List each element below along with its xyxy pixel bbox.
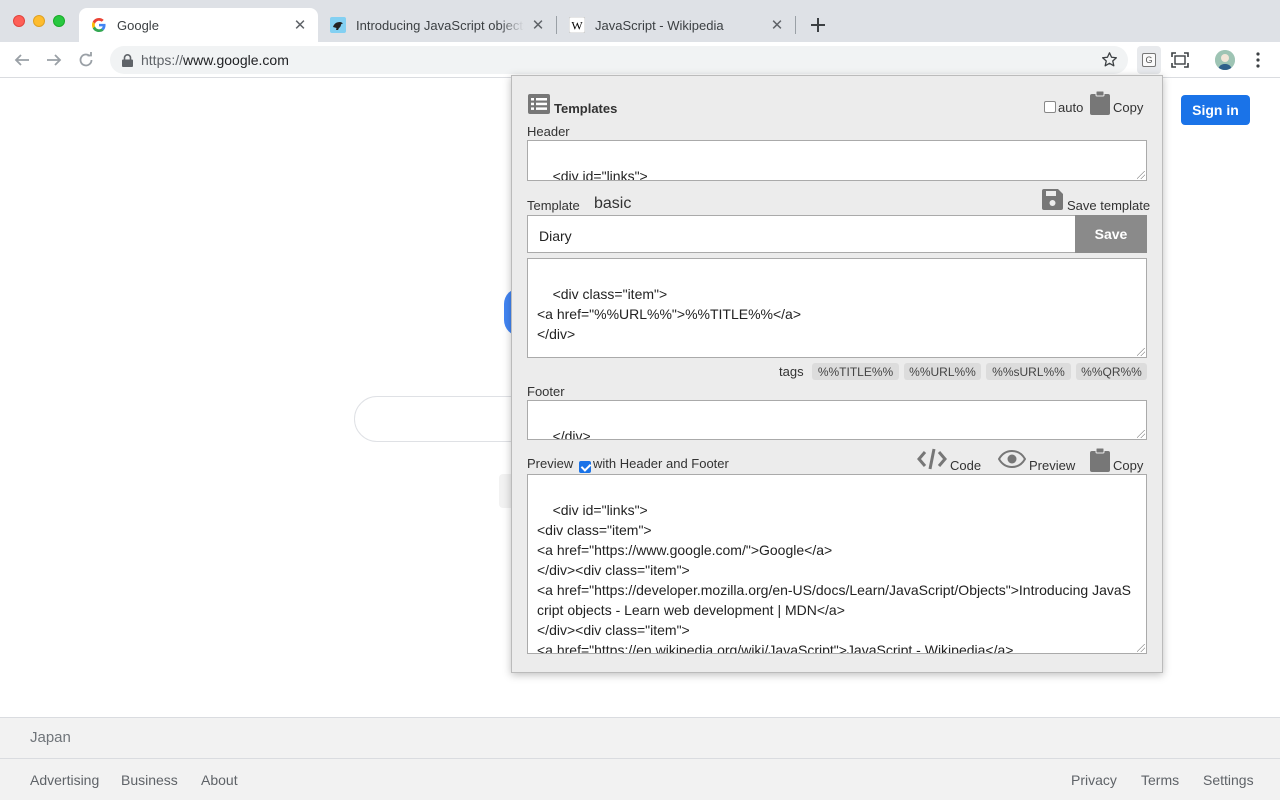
- bookmark-star-icon[interactable]: [1101, 51, 1118, 73]
- footer-label: Footer: [527, 384, 565, 399]
- window-close-button[interactable]: [13, 15, 25, 27]
- preview-output-textarea[interactable]: <div id="links"> <div class="item"> <a h…: [527, 474, 1147, 654]
- header-label: Header: [527, 124, 570, 139]
- template-name: basic: [594, 195, 632, 212]
- header-textarea[interactable]: <div id="links">: [527, 140, 1147, 181]
- forward-arrow-icon[interactable]: [42, 48, 66, 72]
- save-button[interactable]: Save: [1075, 215, 1147, 253]
- clipboard-icon[interactable]: [1090, 447, 1110, 475]
- tag-url[interactable]: %%URL%%: [904, 363, 981, 380]
- footer-link-privacy[interactable]: Privacy: [1071, 772, 1117, 788]
- with-header-footer-checkbox[interactable]: [579, 460, 591, 473]
- resize-handle[interactable]: [1137, 171, 1145, 179]
- popup-title: Templates: [554, 101, 618, 116]
- profile-avatar[interactable]: [1213, 48, 1237, 72]
- tag-surl[interactable]: %%sURL%%: [986, 363, 1071, 380]
- template-name-input[interactable]: Diary: [527, 215, 1075, 253]
- footer-link-settings[interactable]: Settings: [1203, 772, 1254, 788]
- close-icon[interactable]: ✕: [292, 17, 308, 34]
- tab-title: Google: [117, 17, 159, 33]
- footer-link-terms[interactable]: Terms: [1141, 772, 1179, 788]
- tab-google[interactable]: Google ✕: [79, 8, 318, 42]
- google-footer: Japan Advertising Business About Privacy…: [0, 717, 1280, 800]
- footer-link-advertising[interactable]: Advertising: [30, 772, 99, 788]
- reload-icon[interactable]: [74, 48, 98, 72]
- templates-popup: Templates auto Copy Header <div id="link…: [511, 75, 1163, 673]
- new-tab-plus-icon[interactable]: [806, 13, 830, 37]
- menu-kebab-icon[interactable]: [1246, 48, 1270, 72]
- footer-link-about[interactable]: About: [201, 772, 238, 788]
- window-minimize-button[interactable]: [33, 15, 45, 27]
- tag-title[interactable]: %%TITLE%%: [812, 363, 899, 380]
- tag-qr[interactable]: %%QR%%: [1076, 363, 1147, 380]
- close-icon[interactable]: ✕: [769, 17, 785, 34]
- tab-title: JavaScript - Wikipedia: [595, 17, 724, 33]
- tab-mdn[interactable]: Introducing JavaScript objects ✕: [318, 8, 556, 42]
- tab-wikipedia[interactable]: W JavaScript - Wikipedia ✕: [557, 8, 795, 42]
- footer-link-business[interactable]: Business: [121, 772, 178, 788]
- footer-textarea[interactable]: </div>: [527, 400, 1147, 440]
- screen-capture-icon[interactable]: [1168, 48, 1192, 72]
- tab-strip: Google ✕ Introducing JavaScript objects …: [0, 0, 1280, 42]
- close-icon[interactable]: ✕: [530, 17, 546, 34]
- code-button[interactable]: Code: [950, 458, 981, 473]
- eye-icon[interactable]: [997, 449, 1027, 471]
- templates-extension-button[interactable]: G: [1137, 46, 1161, 74]
- clipboard-icon[interactable]: [1090, 90, 1110, 118]
- with-header-footer-label: with Header and Footer: [593, 456, 729, 471]
- address-bar[interactable]: https://www.google.com: [110, 46, 1128, 74]
- mdn-dino-icon: [330, 17, 346, 33]
- resize-handle[interactable]: [1137, 644, 1145, 652]
- window-zoom-button[interactable]: [53, 15, 65, 27]
- tab-separator: [795, 16, 796, 34]
- resize-handle[interactable]: [1137, 430, 1145, 438]
- tags-label: tags: [779, 364, 804, 379]
- lock-icon[interactable]: [122, 53, 133, 67]
- preview-label: Preview: [527, 456, 574, 471]
- list-icon: [528, 94, 550, 117]
- auto-checkbox[interactable]: [1044, 101, 1056, 113]
- code-icon[interactable]: [917, 448, 947, 473]
- url-text: https://www.google.com: [141, 52, 289, 68]
- extension-icon: G: [1142, 53, 1156, 67]
- footer-country: Japan: [0, 717, 1280, 759]
- auto-label: auto: [1058, 100, 1084, 115]
- google-g-icon: [91, 17, 107, 33]
- sign-in-button[interactable]: Sign in: [1181, 95, 1250, 125]
- preview-copy-button[interactable]: Copy: [1113, 458, 1143, 473]
- floppy-disk-icon[interactable]: [1042, 189, 1063, 213]
- browser-toolbar: https://www.google.com G: [0, 42, 1280, 78]
- tab-title: Introducing JavaScript objects: [356, 17, 524, 33]
- back-arrow-icon[interactable]: [10, 48, 34, 72]
- resize-handle[interactable]: [1137, 348, 1145, 356]
- template-label: Template: [527, 198, 580, 213]
- wikipedia-w-icon: W: [569, 17, 585, 33]
- save-template-link[interactable]: Save template: [1067, 198, 1150, 213]
- svg-text:W: W: [571, 19, 583, 33]
- copy-button[interactable]: Copy: [1113, 100, 1143, 115]
- preview-button[interactable]: Preview: [1029, 458, 1075, 473]
- avatar-icon: [1215, 50, 1235, 70]
- template-body-textarea[interactable]: <div class="item"> <a href="%%URL%%">%%T…: [527, 258, 1147, 358]
